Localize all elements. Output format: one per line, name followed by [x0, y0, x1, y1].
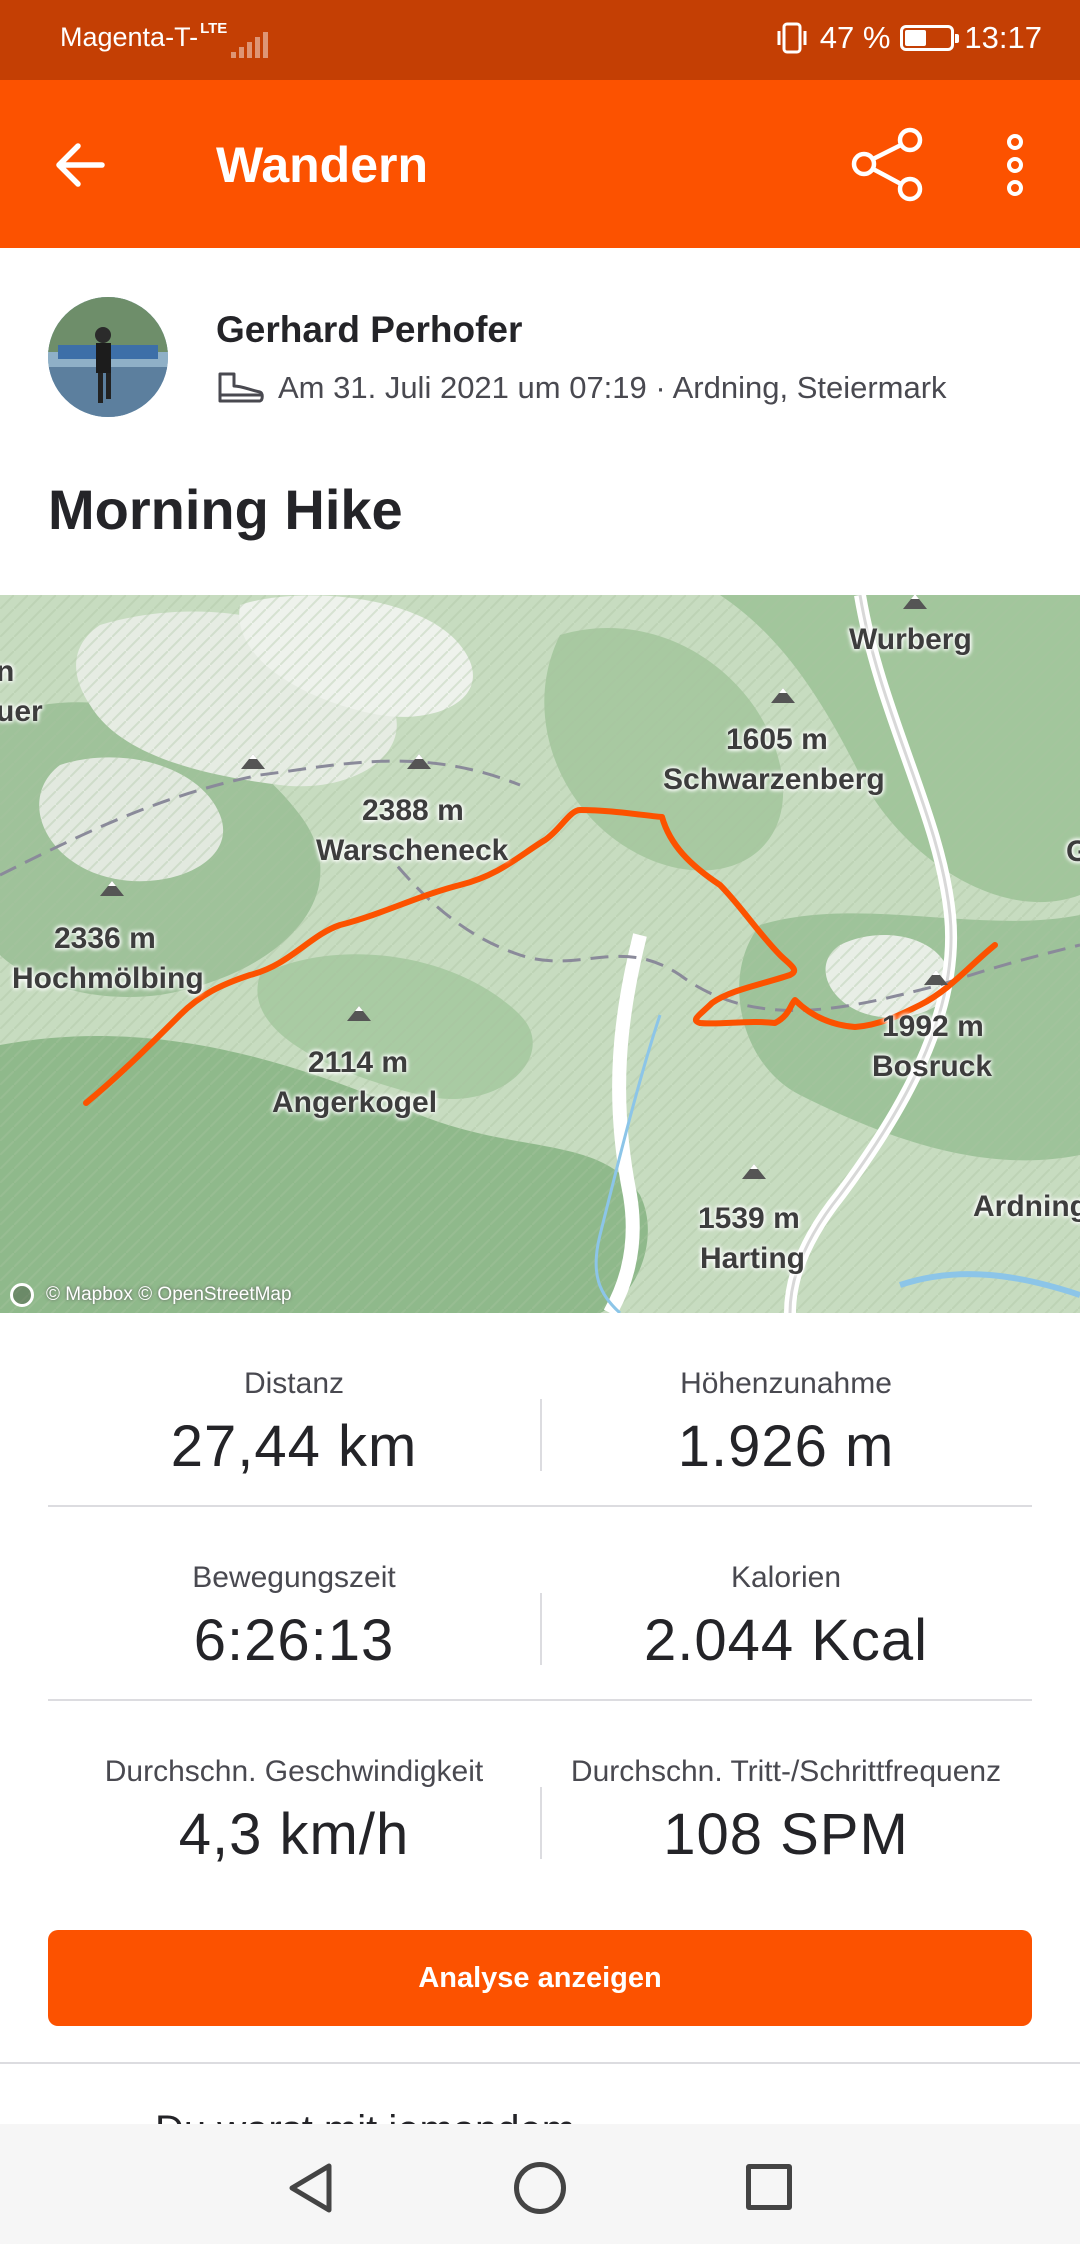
attribution-text: © Mapbox © OpenStreetMap [46, 1284, 292, 1305]
stat-label: Distanz [243, 1367, 345, 1400]
stat-moving-time: Bewegungszeit 6:26:13 [48, 1507, 540, 1699]
vibrate-icon [777, 22, 807, 54]
map-label-schwarzenberg-elevation: 1605 m [726, 723, 828, 756]
map-label-warscheneck: Warscheneck [316, 834, 509, 867]
stat-value: 1.926 m [677, 1414, 895, 1479]
route-map[interactable]: Wurberg 1605 m Schwarzenberg 2388 m Wars… [0, 595, 1080, 1313]
share-icon[interactable] [850, 127, 925, 202]
page-title: Wandern [216, 137, 429, 193]
map-label-ardning: Ardning [973, 1190, 1080, 1223]
map-attribution[interactable]: © Mapbox © OpenStreetMap [10, 1283, 292, 1307]
map-label-harting: Harting [700, 1242, 805, 1275]
arrow-left-icon[interactable] [50, 135, 110, 195]
more-vertical-icon[interactable] [995, 130, 1035, 200]
map-label-schwarzenberg: Schwarzenberg [663, 763, 885, 796]
stat-elevation-gain: Höhenzunahme 1.926 m [540, 1313, 1032, 1505]
activity-title: Morning Hike [48, 478, 403, 541]
map-label-edge: n [0, 655, 15, 688]
carrier-name: Magenta-T- [60, 22, 199, 52]
battery-percent: 47 % [819, 20, 891, 55]
stat-divider [540, 1787, 542, 1859]
stat-row: Durchschn. Geschwindigkeit 4,3 km/h Durc… [48, 1701, 1032, 1895]
nav-recents-icon[interactable] [746, 2164, 792, 2210]
stat-label: Kalorien [730, 1561, 842, 1594]
activity-meta: Am 31. Juli 2021 um 07:19 · Ardning, Ste… [216, 370, 947, 406]
hiking-shoe-icon [218, 372, 264, 403]
battery-level [905, 30, 927, 46]
map-label-edge: uer [0, 695, 43, 728]
stat-row: Distanz 27,44 km Höhenzunahme 1.926 m [48, 1313, 1032, 1507]
peak-icon [347, 1006, 371, 1021]
map-label-warscheneck-elevation: 2388 m [362, 794, 464, 827]
carrier-info: Magenta-T- LTE [60, 20, 269, 58]
stat-value: 108 SPM [663, 1802, 909, 1867]
stat-distance: Distanz 27,44 km [48, 1313, 540, 1505]
map-label-bosruck-elevation: 1992 m [882, 1010, 984, 1043]
stat-divider [540, 1593, 542, 1665]
peak-icon [924, 970, 948, 985]
section-divider [0, 2062, 1080, 2064]
peak-icon [742, 1164, 766, 1179]
stat-avg-cadence: Durchschn. Tritt-/Schrittfrequenz 108 SP… [540, 1701, 1032, 1895]
nav-home-icon[interactable] [514, 2162, 566, 2214]
stat-value: 27,44 km [170, 1414, 418, 1479]
map-label-angerkogel-elevation: 2114 m [308, 1046, 409, 1079]
activity-datetime-location: Am 31. Juli 2021 um 07:19 · Ardning, Ste… [278, 370, 947, 405]
avatar[interactable] [48, 297, 168, 417]
signal-icon [231, 32, 269, 58]
stat-value: 2.044 Kcal [643, 1608, 929, 1673]
stat-label: Höhenzunahme [680, 1367, 892, 1400]
tag-partner-prompt[interactable]: Du warst mit jemandem [155, 2104, 575, 2126]
map-label-hochmoelbing: Hochmölbing [12, 962, 204, 995]
peak-icon [241, 754, 265, 769]
athlete-name[interactable]: Gerhard Perhofer [216, 309, 522, 351]
map-label-wurberg: Wurberg [849, 623, 972, 656]
stat-calories: Kalorien 2.044 Kcal [540, 1507, 1032, 1699]
map-label-harting-elevation: 1539 m [698, 1202, 800, 1235]
stat-divider [540, 1399, 542, 1471]
peak-icon [100, 881, 124, 896]
map-terrain [0, 595, 1080, 1313]
map-label-hochmoelbing-elevation: 2336 m [54, 922, 156, 955]
system-nav-bar [0, 2124, 1080, 2244]
nav-back-icon[interactable] [286, 2162, 336, 2214]
stat-label: Bewegungszeit [192, 1561, 396, 1594]
map-label-edge: G [1066, 835, 1080, 868]
clock: 13:17 [964, 20, 1042, 55]
peak-icon [903, 595, 927, 609]
stat-label: Durchschn. Geschwindigkeit [104, 1755, 484, 1788]
stat-value: 6:26:13 [193, 1608, 395, 1673]
peak-icon [771, 688, 795, 703]
app-bar: Wandern [0, 80, 1080, 248]
analyse-button[interactable]: Analyse anzeigen [48, 1930, 1032, 2026]
network-type: LTE [200, 20, 228, 37]
stat-label: Durchschn. Tritt-/Schrittfrequenz [570, 1755, 1002, 1788]
activity-stats: Distanz 27,44 km Höhenzunahme 1.926 m Be… [48, 1313, 1032, 1895]
stat-value: 4,3 km/h [178, 1802, 410, 1867]
system-indicators: 47 % 13:17 [774, 20, 1042, 56]
map-label-bosruck: Bosruck [872, 1050, 993, 1083]
stat-row: Bewegungszeit 6:26:13 Kalorien 2.044 Kca… [48, 1507, 1032, 1701]
battery-icon [900, 25, 960, 51]
mapbox-logo-icon [10, 1283, 34, 1307]
map-label-angerkogel: Angerkogel [272, 1086, 438, 1119]
status-bar: Magenta-T- LTE 47 % 13:17 [0, 0, 1080, 80]
peak-icon [407, 754, 431, 769]
stat-avg-speed: Durchschn. Geschwindigkeit 4,3 km/h [48, 1701, 540, 1895]
